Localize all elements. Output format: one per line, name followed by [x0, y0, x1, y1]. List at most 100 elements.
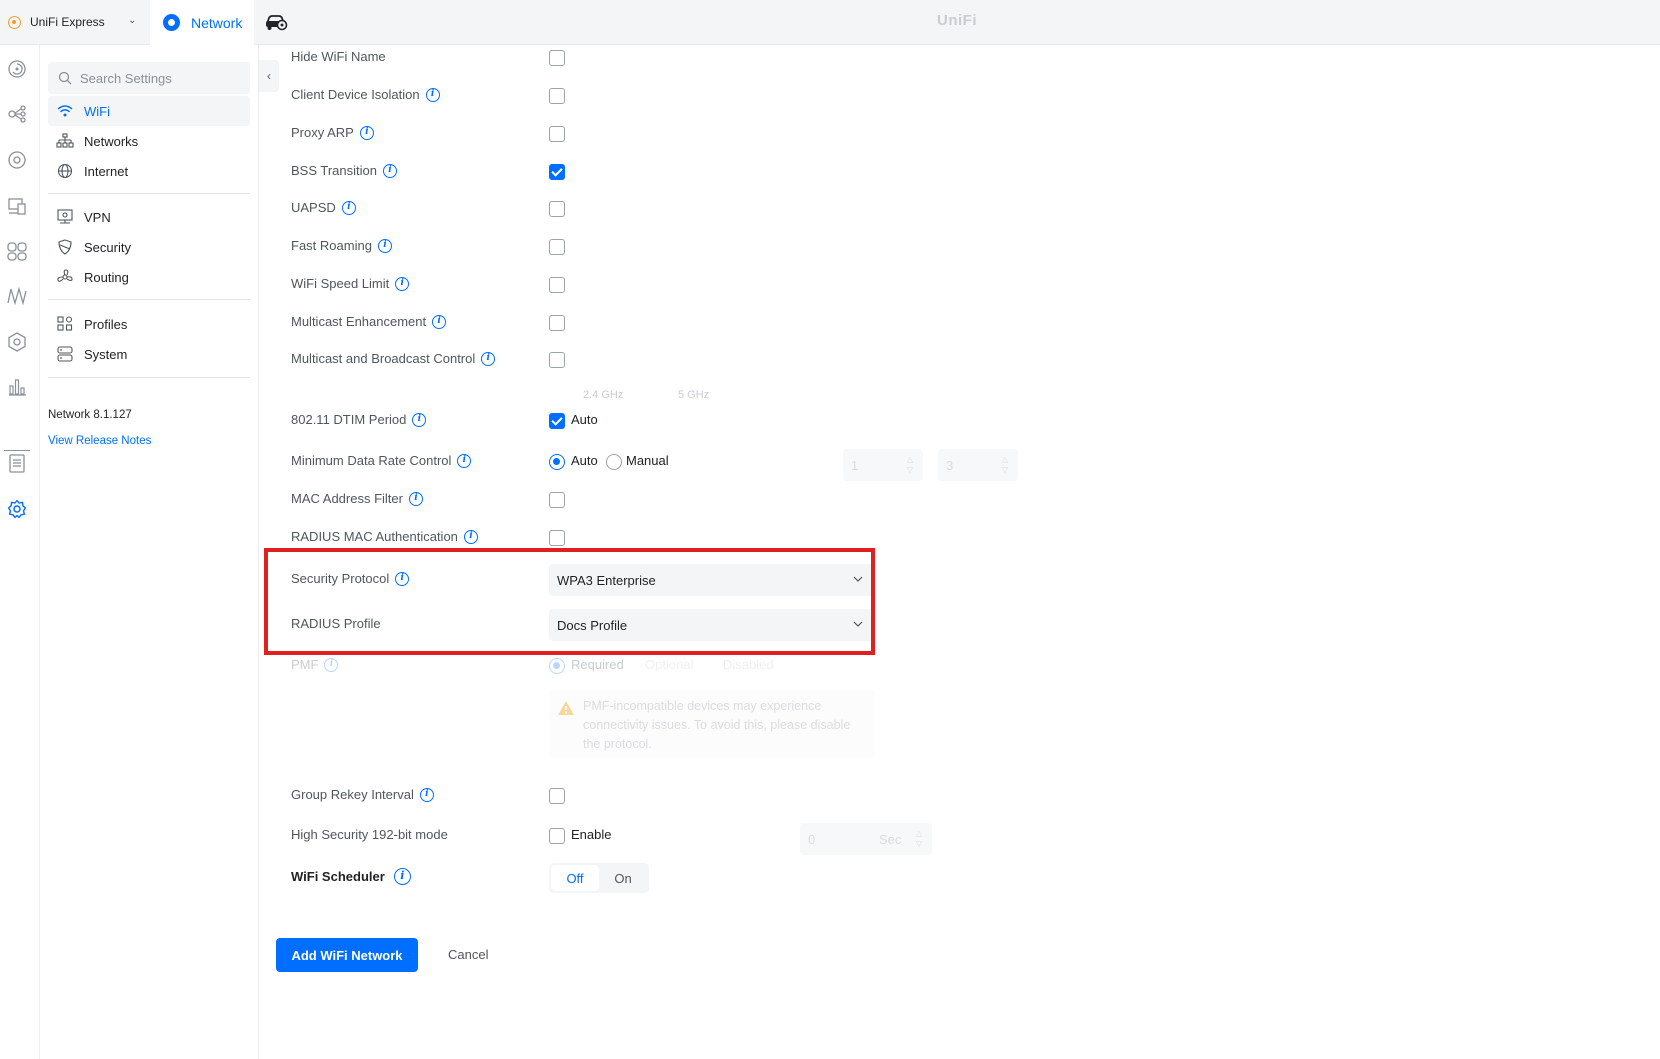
multicast-enhancement-row: Multicast Enhancement i [291, 311, 891, 335]
sidebar-item-profiles[interactable]: Profiles [48, 309, 250, 339]
release-notes-link[interactable]: View Release Notes [48, 435, 151, 447]
fast-roaming-checkbox[interactable] [549, 239, 565, 255]
sidebar-item-label: System [84, 346, 128, 362]
uapsd-checkbox[interactable] [549, 201, 565, 217]
mac-filter-checkbox[interactable] [549, 492, 565, 508]
info-icon[interactable]: i [395, 276, 410, 291]
min-data-rate-manual-label: Manual [626, 453, 669, 468]
client-device-isolation-row: Client Device Isolation i [291, 84, 891, 108]
topology-icon[interactable] [6, 103, 28, 125]
version-label: Network 8.1.127 [48, 409, 132, 421]
bss-transition-checkbox[interactable] [549, 164, 565, 180]
info-icon[interactable]: i [432, 314, 447, 329]
sidebar-item-label: Security [84, 239, 131, 255]
pmf-disabled-label: Disabled [723, 657, 774, 672]
wifi-scheduler-off-button[interactable]: Off [551, 865, 599, 891]
info-icon[interactable]: i [412, 412, 427, 427]
hide-wifi-name-checkbox[interactable] [549, 50, 565, 66]
sidebar-item-wifi[interactable]: WiFi [48, 96, 250, 126]
min-data-rate-manual-radio[interactable] [606, 454, 622, 470]
sidebar-item-routing[interactable]: Routing [48, 262, 250, 292]
search-placeholder: Search Settings [80, 70, 172, 86]
sidebar-item-vpn[interactable]: VPN [48, 202, 250, 232]
profiles-icon [57, 316, 73, 331]
vpn-icon [57, 209, 73, 224]
info-icon[interactable]: i [393, 868, 411, 885]
dtim-5ghz-input[interactable]: 3 △ ▽ [938, 449, 1018, 481]
info-icon[interactable]: i [463, 529, 478, 544]
network-app-icon [163, 14, 180, 31]
info-icon[interactable]: i [425, 87, 440, 102]
sidebar-item-security[interactable]: Security [48, 232, 250, 262]
ports-icon[interactable] [6, 240, 28, 262]
sidebar-divider [48, 377, 250, 378]
fast-roaming-row: Fast Roaming i [291, 235, 891, 259]
insights-icon[interactable] [6, 285, 28, 307]
info-icon[interactable]: i [341, 200, 356, 215]
bss-transition-label: BSS Transition i [291, 163, 397, 178]
min-data-rate-auto-label: Auto [571, 453, 598, 468]
band-24ghz-label: 2.4 GHz [583, 389, 624, 401]
sidebar-item-label: Profiles [84, 316, 128, 332]
routing-icon [57, 269, 73, 282]
sidebar-divider [48, 299, 250, 300]
min-data-rate-auto-radio[interactable] [549, 454, 565, 470]
pmf-warning-text: PMF-incompatible devices may experience … [583, 699, 851, 751]
logs-icon[interactable] [6, 452, 28, 474]
sidebar-item-label: Networks [84, 133, 139, 149]
info-icon[interactable]: i [377, 238, 392, 253]
band-5ghz-label: 5 GHz [678, 389, 710, 401]
sidebar-item-label: VPN [84, 209, 111, 225]
info-icon: i [324, 657, 339, 672]
dtim-period-row: 802.11 DTIM Period i Auto [291, 409, 891, 433]
wifi-scheduler-on-button[interactable]: On [599, 865, 647, 891]
multicast-enhancement-label: Multicast Enhancement i [291, 314, 447, 329]
dashboard-icon[interactable] [6, 58, 28, 80]
sidebar-item-system[interactable]: System [48, 339, 250, 369]
info-icon[interactable]: i [408, 491, 423, 506]
client-device-isolation-label: Client Device Isolation i [291, 87, 440, 102]
proxy-arp-label: Proxy ARP i [291, 125, 374, 140]
high-security-enable-label: Enable [571, 827, 612, 842]
hide-wifi-name-row: Hide WiFi Name [291, 46, 891, 70]
add-wifi-network-button[interactable]: Add WiFi Network [276, 938, 418, 972]
dtim-auto-checkbox[interactable] [549, 413, 565, 429]
devices-icon[interactable] [6, 149, 28, 171]
proxy-arp-checkbox[interactable] [549, 126, 565, 142]
console-status-icon [8, 15, 21, 29]
sidebar-item-networks[interactable]: Networks [48, 126, 250, 156]
multicast-broadcast-checkbox[interactable] [549, 352, 565, 368]
network-app-tab[interactable]: Network [150, 0, 254, 45]
info-icon[interactable]: i [481, 351, 496, 366]
pmf-row: PMF i Required Optional Disabled PMF-inco… [291, 654, 891, 764]
group-rekey-checkbox[interactable] [549, 788, 565, 804]
info-icon[interactable]: i [419, 787, 434, 802]
info-icon[interactable]: i [359, 125, 374, 140]
info-icon[interactable]: i [457, 453, 472, 468]
search-input[interactable]: Search Settings [48, 62, 250, 94]
wifi-speed-limit-checkbox[interactable] [549, 277, 565, 293]
integrations-icon[interactable] [6, 331, 28, 353]
bss-transition-row: BSS Transition i [291, 160, 891, 184]
vehicle-settings-icon[interactable] [264, 13, 288, 31]
globe-icon [57, 163, 73, 179]
radius-mac-auth-checkbox[interactable] [549, 530, 565, 546]
cancel-button[interactable]: Cancel [448, 947, 488, 962]
network-app-label: Network [191, 14, 243, 31]
clients-icon[interactable] [6, 195, 28, 217]
mac-filter-row: MAC Address Filter i [291, 488, 891, 512]
multicast-enhancement-checkbox[interactable] [549, 315, 565, 331]
client-device-isolation-checkbox[interactable] [549, 88, 565, 104]
sidebar-item-label: WiFi [84, 103, 110, 119]
dtim-period-label: 802.11 DTIM Period i [291, 412, 427, 427]
statistics-icon[interactable] [6, 376, 28, 398]
high-security-checkbox[interactable] [549, 828, 565, 844]
sidebar-item-internet[interactable]: Internet [48, 156, 250, 186]
settings-gear-icon[interactable] [6, 498, 28, 520]
pmf-optional-label: Optional [645, 657, 694, 672]
console-switcher[interactable]: UniFi Express ⌄ [0, 0, 150, 44]
network-tree-icon [56, 133, 74, 148]
wifi-speed-limit-label: WiFi Speed Limit i [291, 276, 410, 291]
multicast-broadcast-label: Multicast and Broadcast Control i [291, 351, 496, 366]
info-icon[interactable]: i [383, 163, 397, 178]
